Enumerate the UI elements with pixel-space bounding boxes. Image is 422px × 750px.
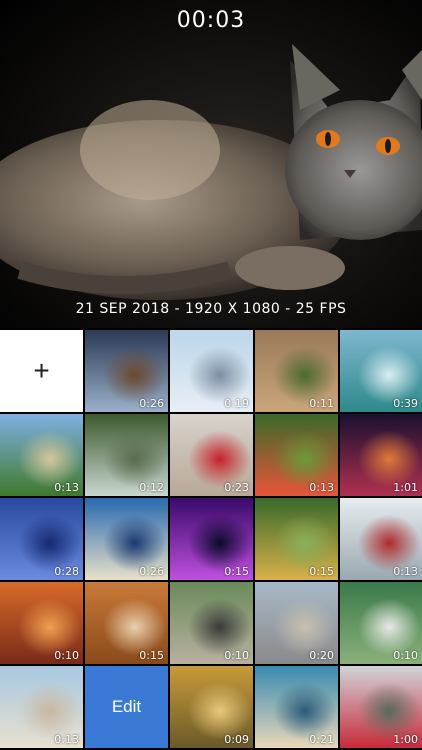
video-metadata: 21 SEP 2018 - 1920 X 1080 - 25 FPS	[75, 301, 347, 317]
clip-duration: 0:19	[224, 397, 249, 410]
clip-thumbnail-wave[interactable]: 0:39	[340, 330, 422, 412]
clip-thumbnail-bird[interactable]: 0:11	[255, 330, 338, 412]
clip-duration: 0:10	[224, 649, 249, 662]
clip-thumbnail-forest-road[interactable]: 0:09	[170, 666, 253, 748]
clip-duration: 1:01	[393, 481, 418, 494]
clip-thumbnail-waterfall[interactable]: 0:12	[85, 414, 168, 496]
add-clip-button[interactable]: +	[0, 330, 83, 412]
clip-duration: 0:13	[393, 565, 418, 578]
clip-duration: 0:09	[224, 733, 249, 746]
clip-thumbnail-concert[interactable]: 0:15	[170, 498, 253, 580]
clip-thumbnail-dog[interactable]: 0:15	[85, 582, 168, 664]
clip-duration: 0:12	[139, 481, 164, 494]
clip-duration: 0:15	[139, 649, 164, 662]
clip-thumbnail-skatepark[interactable]: 0:20	[255, 582, 338, 664]
clip-duration: 0:13	[54, 733, 79, 746]
clip-thumbnail-golf-coast[interactable]: 0:13	[0, 414, 83, 496]
clip-thumbnail-tennis[interactable]: 0:10	[340, 582, 422, 664]
clip-duration: 0:23	[224, 481, 249, 494]
edit-button[interactable]: Edit	[85, 666, 168, 748]
clip-thumbnail-coastline[interactable]: 0:21	[255, 666, 338, 748]
clip-thumbnail-night-lights[interactable]: 1:01	[340, 414, 422, 496]
clip-duration: 0:20	[309, 649, 334, 662]
clip-duration: 1:00	[393, 733, 418, 746]
plus-icon: +	[33, 355, 50, 386]
clip-thumbnail-boats[interactable]: 0:26	[85, 498, 168, 580]
clip-duration: 0:10	[54, 649, 79, 662]
cat-preview-image	[0, 44, 422, 300]
clip-thumbnail-street-girl[interactable]: 0:10	[170, 582, 253, 664]
edit-label: Edit	[111, 697, 142, 716]
clip-duration: 0:13	[309, 481, 334, 494]
clip-thumbnail-beach-girl[interactable]: 0:13	[0, 666, 83, 748]
clip-thumbnail-guitar[interactable]: 0:26	[85, 330, 168, 412]
playback-timer: 00:03	[176, 8, 246, 33]
clip-duration: 0:15	[224, 565, 249, 578]
clip-duration: 0:15	[309, 565, 334, 578]
clip-duration: 0:26	[139, 565, 164, 578]
clip-thumbnail-sunset-man[interactable]: 0:10	[0, 582, 83, 664]
clip-duration: 0:39	[393, 397, 418, 410]
clip-thumbnail-garden-girl[interactable]: 0:15	[255, 498, 338, 580]
video-preview[interactable]: 00:03 21 SEP 2018 - 1920 X 1080 - 25 FPS	[0, 0, 422, 328]
clip-duration: 0:21	[309, 733, 334, 746]
clip-thumbnail-kitten[interactable]: 0:23	[170, 414, 253, 496]
clip-thumbnail-snow-skier[interactable]: 0:19	[170, 330, 253, 412]
clip-thumbnail-rose[interactable]: 0:13	[255, 414, 338, 496]
clip-duration: 0:10	[393, 649, 418, 662]
clip-grid: + 0:26 0:19 0:11 0:39 0:13 0:12 0:23 0:13 1:01 0:…	[0, 330, 422, 750]
clip-duration: 0:26	[139, 397, 164, 410]
clip-thumbnail-hockey[interactable]: 0:13	[340, 498, 422, 580]
clip-duration: 0:28	[54, 565, 79, 578]
clip-thumbnail-blue-tree[interactable]: 0:28	[0, 498, 83, 580]
clip-duration: 0:13	[54, 481, 79, 494]
clip-duration: 0:11	[309, 397, 334, 410]
clip-thumbnail-red-flowers[interactable]: 1:00	[340, 666, 422, 748]
